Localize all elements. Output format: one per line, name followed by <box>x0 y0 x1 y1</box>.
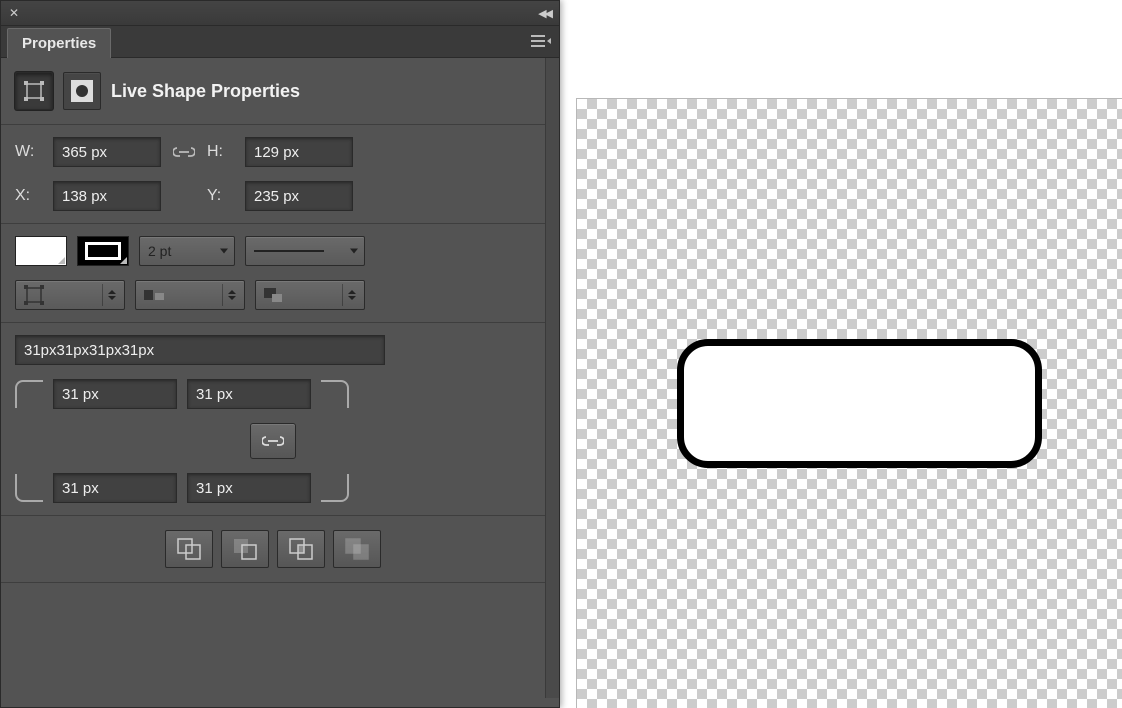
align-select-2[interactable] <box>135 280 245 310</box>
panel-tabbar: Properties <box>1 26 559 58</box>
pathop-subtract-button[interactable] <box>221 530 269 568</box>
section-header: Live Shape Properties <box>1 58 545 125</box>
section-appearance: 2 pt <box>1 224 545 323</box>
fill-swatch[interactable] <box>15 236 67 266</box>
stroke-style-select[interactable] <box>245 236 365 266</box>
panel-menu-icon[interactable] <box>531 34 551 48</box>
section-transform: W: H: X: Y: <box>1 125 545 224</box>
x-label: X: <box>15 187 43 205</box>
corner-tr-icon[interactable] <box>321 380 349 408</box>
corner-br-icon[interactable] <box>321 474 349 502</box>
panel-titlebar[interactable]: ✕ ◀◀ <box>1 1 559 26</box>
y-label: Y: <box>207 187 235 205</box>
x-input[interactable] <box>53 181 161 211</box>
section-corners <box>1 323 545 516</box>
align-select-3[interactable] <box>255 280 365 310</box>
width-input[interactable] <box>53 137 161 167</box>
corner-summary-input[interactable] <box>15 335 385 365</box>
stroke-swatch[interactable] <box>77 236 129 266</box>
panel-title: Live Shape Properties <box>111 81 300 102</box>
stroke-weight-value: 2 pt <box>148 243 171 259</box>
link-wh-icon[interactable] <box>171 141 197 163</box>
mask-mode-icon[interactable] <box>63 72 101 110</box>
canvas[interactable] <box>576 98 1122 708</box>
rounded-rectangle-shape[interactable] <box>677 339 1042 468</box>
y-input[interactable] <box>245 181 353 211</box>
corner-tl-icon[interactable] <box>15 380 43 408</box>
canvas-whitespace <box>576 0 1122 98</box>
bounding-box-icon[interactable] <box>15 72 53 110</box>
corner-tr-input[interactable] <box>187 379 311 409</box>
corner-br-input[interactable] <box>187 473 311 503</box>
pathop-unite-button[interactable] <box>165 530 213 568</box>
width-label: W: <box>15 143 43 161</box>
height-label: H: <box>207 143 235 161</box>
collapse-icon[interactable]: ◀◀ <box>534 7 555 20</box>
stroke-line-icon <box>254 250 324 252</box>
height-input[interactable] <box>245 137 353 167</box>
stroke-weight-select[interactable]: 2 pt <box>139 236 235 266</box>
tab-properties[interactable]: Properties <box>7 28 111 58</box>
close-icon[interactable]: ✕ <box>5 6 23 20</box>
link-corners-button[interactable] <box>250 423 296 459</box>
panel-scrollbar[interactable] <box>545 58 559 698</box>
pathop-intersect-button[interactable] <box>277 530 325 568</box>
corner-bl-input[interactable] <box>53 473 177 503</box>
section-path-ops <box>1 516 545 583</box>
corner-tl-input[interactable] <box>53 379 177 409</box>
corner-bl-icon[interactable] <box>15 474 43 502</box>
pathop-exclude-button[interactable] <box>333 530 381 568</box>
align-select-1[interactable] <box>15 280 125 310</box>
properties-panel: ✕ ◀◀ Properties Live Shape Properties W: <box>0 0 560 708</box>
